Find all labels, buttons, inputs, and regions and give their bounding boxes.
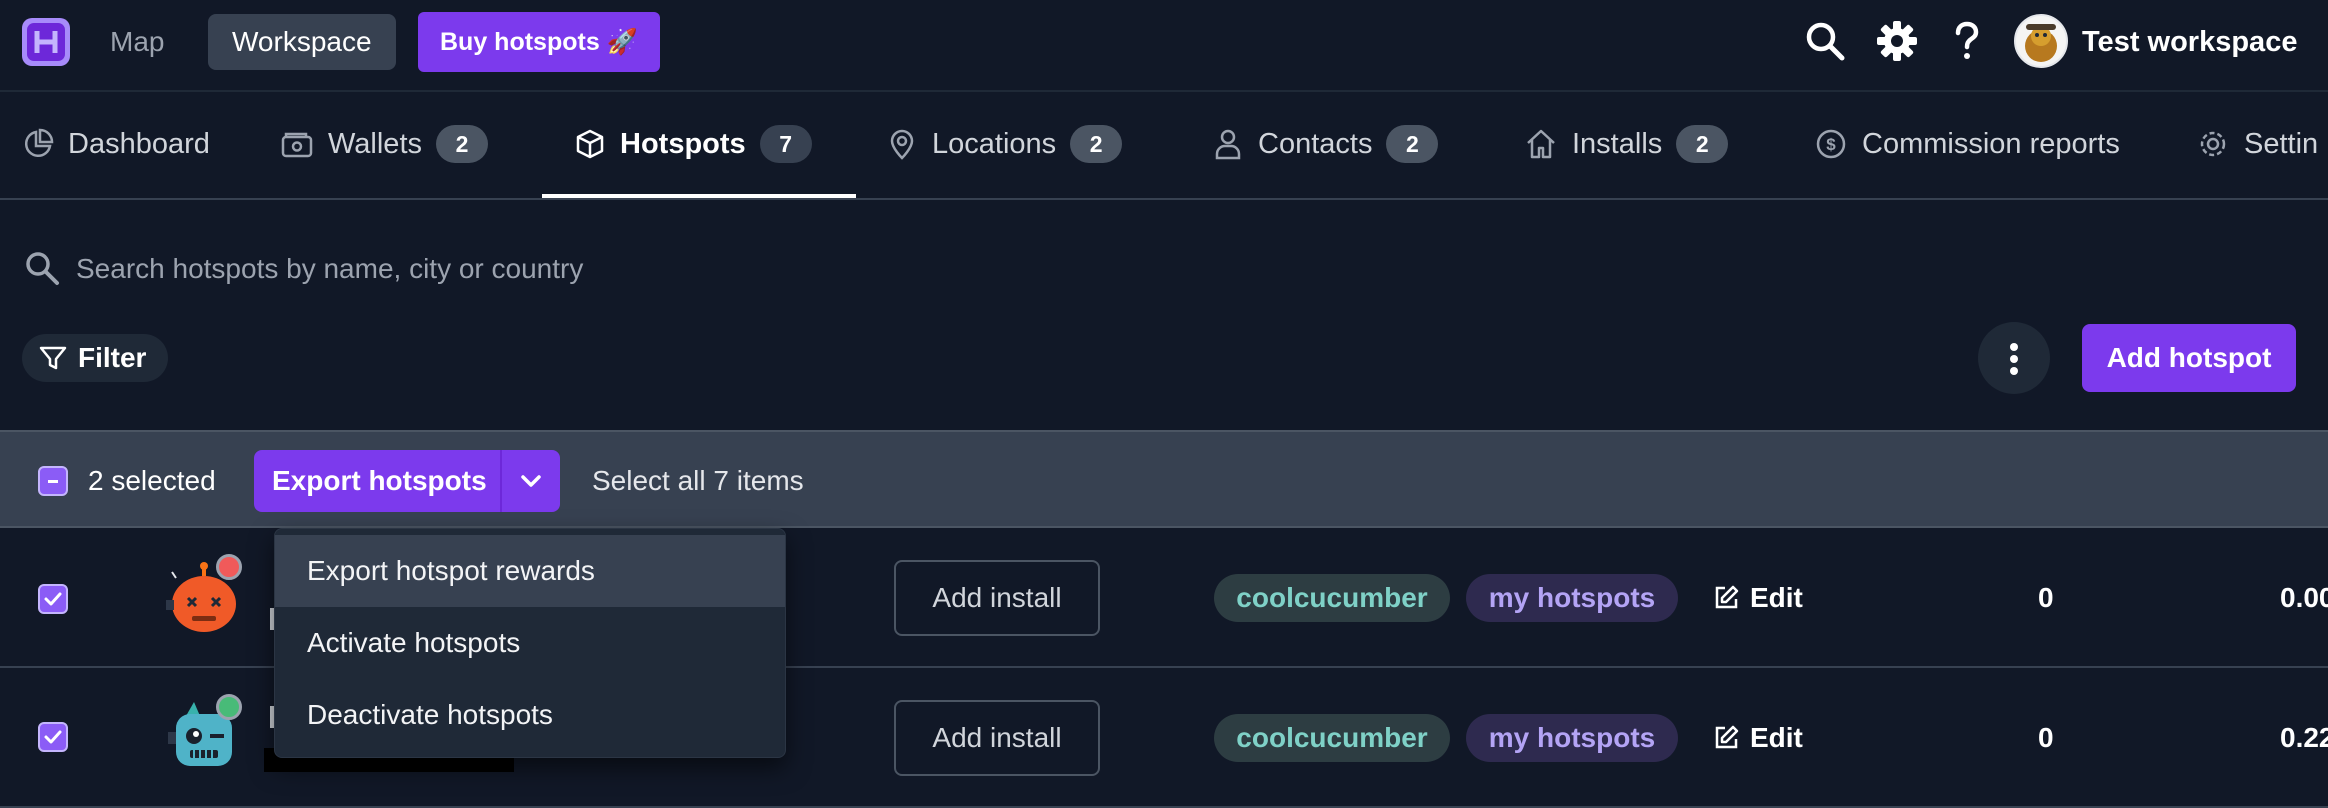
add-install-button[interactable]: Add install	[894, 560, 1100, 636]
tab-label: Locations	[932, 127, 1057, 160]
tab-installs[interactable]: Installs 2	[1524, 92, 1729, 196]
tab-label: Commission reports	[1862, 127, 2120, 160]
hotspot-value: 0	[2038, 722, 2054, 753]
svg-text:$: $	[1826, 135, 1836, 154]
owner-tag[interactable]: coolcucumber	[1214, 714, 1450, 762]
search-icon[interactable]	[1802, 18, 1848, 64]
row-checkbox[interactable]	[38, 722, 68, 752]
user-icon	[1212, 127, 1244, 161]
hotspot-rewards: 0.22	[2280, 722, 2328, 753]
avatar[interactable]	[2014, 14, 2068, 68]
count-badge: 2	[1070, 125, 1123, 163]
help-icon[interactable]	[1944, 18, 1990, 64]
count-badge: 2	[436, 125, 488, 163]
tab-label: Dashboard	[68, 127, 210, 160]
count-badge: 7	[759, 125, 812, 163]
nav-map[interactable]: Map	[86, 14, 188, 70]
tab-hotspots[interactable]: Hotspots 7	[574, 92, 812, 196]
active-tab-indicator	[542, 194, 856, 198]
tab-settings[interactable]: Settin	[2196, 92, 2318, 196]
selection-bar: 2 selected Export hotspots Select all 7 …	[0, 430, 2328, 528]
hotspot-value: 0	[2038, 582, 2054, 613]
select-all-link[interactable]: Select all 7 items	[592, 456, 804, 506]
section-tabs: Dashboard Wallets 2 Hotspots 7 Locations…	[0, 92, 2328, 200]
gear-icon[interactable]	[1874, 18, 1920, 64]
more-options-button[interactable]	[1978, 322, 2050, 394]
buy-hotspots-button[interactable]: Buy hotspots 🚀	[418, 12, 660, 72]
logo-icon[interactable]	[22, 18, 70, 66]
chart-pie-icon	[22, 128, 54, 160]
edit-label: Edit	[1750, 722, 1803, 753]
tab-label: Installs	[1572, 127, 1663, 160]
wallet-icon	[280, 128, 314, 160]
funnel-icon	[38, 343, 68, 373]
edit-button[interactable]: Edit	[1712, 714, 1803, 762]
count-badge: 2	[1676, 125, 1729, 163]
chevron-down-icon[interactable]	[502, 450, 560, 512]
menu-item-deactivate[interactable]: Deactivate hotspots	[275, 679, 785, 751]
export-label: Export hotspots	[272, 465, 487, 496]
group-tag[interactable]: my hotspots	[1466, 574, 1678, 622]
add-install-button[interactable]: Add install	[894, 700, 1100, 776]
menu-item-activate[interactable]: Activate hotspots	[275, 607, 785, 679]
tab-commission-reports[interactable]: $ Commission reports	[1814, 92, 2120, 196]
filter-label: Filter	[78, 342, 147, 373]
edit-label: Edit	[1750, 582, 1803, 613]
nav-workspace[interactable]: Workspace	[208, 14, 396, 70]
tab-label: Contacts	[1258, 127, 1373, 160]
selected-count: 2 selected	[88, 465, 216, 496]
owner-tag[interactable]: coolcucumber	[1214, 574, 1450, 622]
status-indicator	[216, 554, 242, 580]
add-hotspot-button[interactable]: Add hotspot	[2082, 324, 2296, 392]
row-checkbox[interactable]	[38, 584, 68, 614]
export-dropdown-menu: Export hotspot rewards Activate hotspots…	[274, 528, 786, 758]
export-hotspots-button[interactable]: Export hotspots	[254, 450, 560, 512]
hotspot-rewards: 0.00	[2280, 582, 2328, 613]
gear-icon	[2196, 127, 2230, 161]
workspace-name[interactable]: Test workspace	[2082, 14, 2297, 70]
group-tag[interactable]: my hotspots	[1466, 714, 1678, 762]
tab-dashboard[interactable]: Dashboard	[22, 92, 210, 196]
cube-icon	[574, 128, 606, 160]
search-icon	[22, 248, 62, 288]
ellipsis-vertical-icon	[2010, 343, 2018, 375]
map-pin-icon	[886, 127, 918, 161]
search-input[interactable]	[74, 242, 1278, 296]
edit-button[interactable]: Edit	[1712, 574, 1803, 622]
tab-wallets[interactable]: Wallets 2	[280, 92, 488, 196]
menu-item-export-rewards[interactable]: Export hotspot rewards	[275, 535, 785, 607]
count-badge: 2	[1386, 125, 1439, 163]
tab-label: Wallets	[328, 127, 422, 160]
select-all-checkbox[interactable]	[38, 466, 68, 496]
top-bar: Map Workspace Buy hotspots 🚀 Test worksp…	[0, 0, 2328, 92]
pencil-square-icon	[1712, 584, 1740, 612]
pencil-square-icon	[1712, 724, 1740, 752]
status-indicator	[216, 694, 242, 720]
tab-label: Settin	[2244, 127, 2319, 160]
home-icon	[1524, 127, 1558, 161]
tab-locations[interactable]: Locations 2	[886, 92, 1123, 196]
tab-contacts[interactable]: Contacts 2	[1212, 92, 1439, 196]
tab-label: Hotspots	[620, 127, 746, 160]
filter-button[interactable]: Filter	[22, 334, 168, 382]
dollar-circle-icon: $	[1814, 127, 1848, 161]
